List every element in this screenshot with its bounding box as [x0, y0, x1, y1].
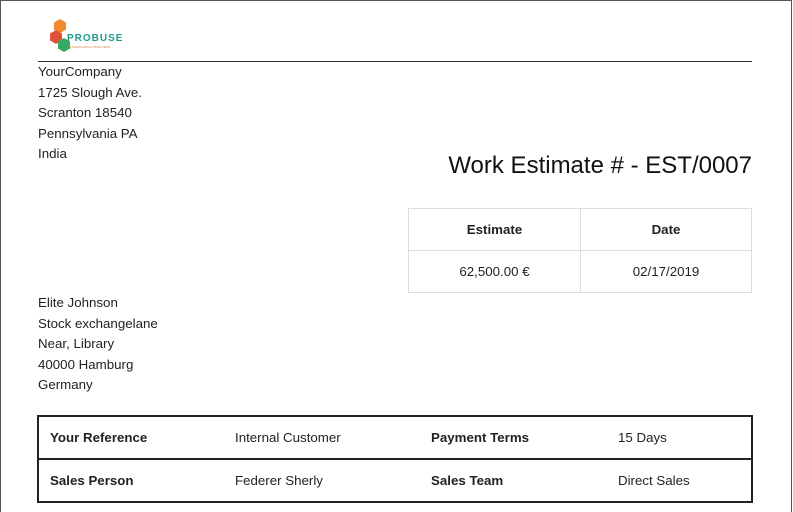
address-line: India: [38, 146, 67, 162]
sales-team-value: Direct Sales: [607, 458, 753, 503]
estimate-header: Estimate: [408, 208, 581, 251]
sales-team-label: Sales Team: [420, 458, 607, 503]
estimate-amount: 62,500.00 €: [408, 250, 581, 293]
your-reference-label: Your Reference: [37, 415, 224, 459]
address-line: Pennsylvania PA: [38, 125, 138, 141]
address-line: Scranton 18540: [38, 105, 132, 121]
table-header-row: Estimate Date: [408, 208, 752, 251]
document-title: Work Estimate # - EST/0007: [448, 152, 752, 179]
table-row: Sales Person Federer Sherly Sales Team D…: [37, 458, 753, 503]
address-line: Germany: [38, 377, 93, 393]
order-info-table: Your Reference Internal Customer Payment…: [37, 415, 753, 503]
table-row: Your Reference Internal Customer Payment…: [37, 415, 753, 459]
sales-person-value: Federer Sherly: [224, 458, 420, 503]
payment-terms-label: Payment Terms: [420, 415, 607, 459]
address-line: 1725 Slough Ave.: [38, 84, 143, 100]
address-line: 40000 Hamburg: [38, 356, 134, 372]
sales-person-label: Sales Person: [37, 458, 224, 503]
header-divider: [38, 61, 752, 62]
customer-address: Elite Johnson Stock exchangelane Near, L…: [38, 293, 158, 396]
payment-terms-value: 15 Days: [607, 415, 753, 459]
table-row: 62,500.00 € 02/17/2019: [408, 250, 752, 293]
logo-tagline: PROFESSIONAL BUSINESS: [67, 45, 111, 49]
logo-wordmark: PROBUSE: [67, 33, 124, 44]
address-line: YourCompany: [38, 64, 122, 79]
address-line: Near, Library: [38, 336, 115, 352]
your-reference-value: Internal Customer: [224, 415, 420, 459]
estimate-date: 02/17/2019: [580, 250, 752, 293]
company-address: YourCompany 1725 Slough Ave. Scranton 18…: [38, 62, 142, 165]
address-line: Elite Johnson: [38, 295, 118, 310]
address-line: Stock exchangelane: [38, 315, 158, 331]
estimate-summary-table: Estimate Date 62,500.00 € 02/17/2019: [408, 208, 752, 293]
date-header: Date: [580, 208, 752, 251]
company-logo: PROBUSE PROFESSIONAL BUSINESS: [47, 18, 137, 58]
